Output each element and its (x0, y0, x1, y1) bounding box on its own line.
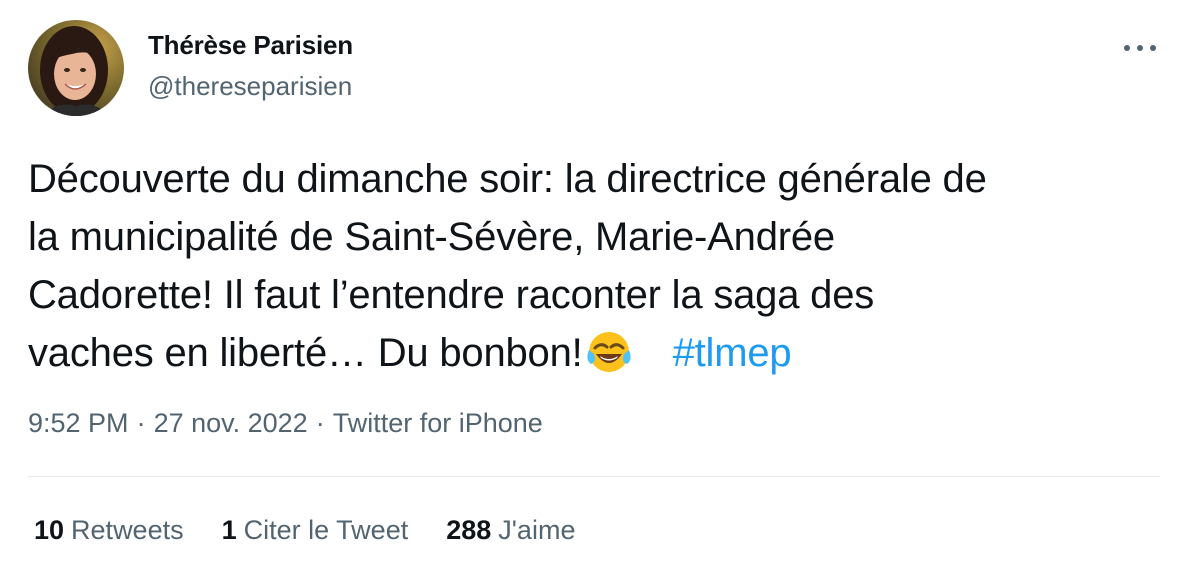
quotes-count: 1 (221, 515, 237, 545)
quotes-label: Citer le Tweet (243, 515, 409, 545)
tweet-stats: 10 Retweets 1 Citer le Tweet 288 J'aime (34, 515, 613, 546)
tweet-text: Découverte du dimanche soir: la directri… (28, 150, 1168, 382)
retweets-label: Retweets (71, 515, 184, 545)
tweet-date[interactable]: 27 nov. 2022 (154, 408, 308, 438)
retweets-stat[interactable]: 10 Retweets (34, 515, 184, 546)
meta-separator: · (136, 408, 146, 438)
quote-tweets-stat[interactable]: 1 Citer le Tweet (222, 515, 409, 546)
divider (28, 476, 1160, 477)
avatar[interactable] (28, 20, 124, 116)
ellipsis-icon (1124, 45, 1156, 51)
face-with-tears-of-joy-icon (585, 328, 633, 392)
tweet-text-line: vaches en liberté… Du bonbon! (28, 331, 583, 375)
tweet-text-line: la municipalité de Saint-Sévère, Marie-A… (28, 215, 835, 259)
meta-separator: · (315, 408, 325, 438)
author-display-name[interactable]: Thérèse Parisien (148, 30, 353, 61)
likes-stat[interactable]: 288 J'aime (446, 515, 575, 546)
hashtag-link[interactable]: #tlmep (673, 331, 792, 375)
retweets-count: 10 (34, 515, 65, 545)
tweet-source[interactable]: Twitter for iPhone (333, 408, 543, 438)
avatar-photo (28, 20, 124, 116)
tweet-text-line-last: vaches en liberté… Du bonbon! #tlmep (28, 324, 1168, 382)
tweet-meta: 9:52 PM · 27 nov. 2022 · Twitter for iPhone (28, 408, 543, 439)
author-handle[interactable]: @thereseparisien (148, 71, 352, 102)
tweet-text-line: Cadorette! Il faut l’entendre raconter l… (28, 273, 875, 317)
tweet-time[interactable]: 9:52 PM (28, 408, 129, 438)
likes-label: J'aime (498, 515, 576, 545)
likes-count: 288 (446, 515, 492, 545)
more-options-button[interactable] (1120, 32, 1160, 64)
tweet-text-line: Découverte du dimanche soir: la directri… (28, 157, 987, 201)
